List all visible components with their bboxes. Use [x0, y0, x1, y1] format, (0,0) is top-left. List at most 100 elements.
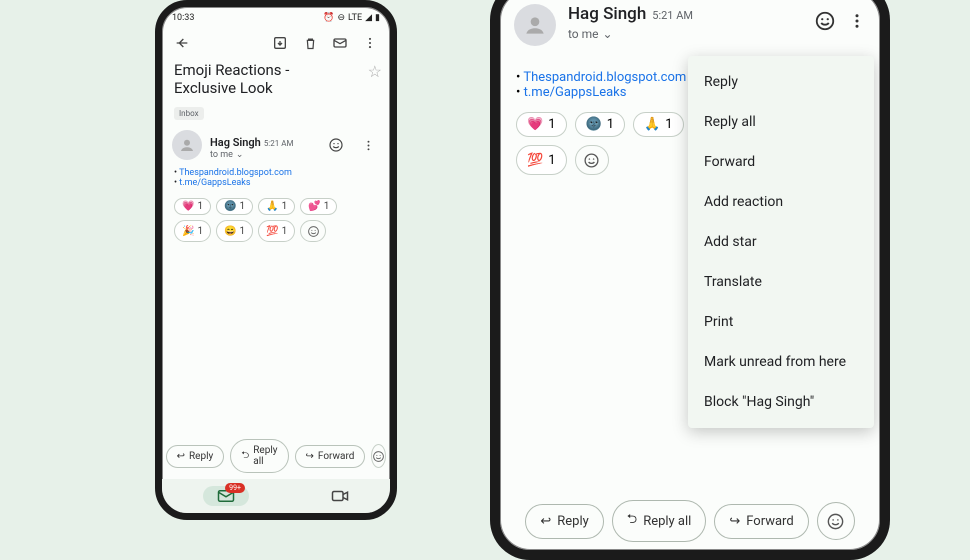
reply-icon: ↩: [540, 514, 551, 529]
status-bar: 10:33 ⏰ ⊖ LTE ◢ ▮: [162, 7, 390, 25]
avatar[interactable]: [514, 4, 556, 46]
network-label: LTE: [348, 13, 362, 23]
nav-meet[interactable]: [331, 489, 349, 503]
smile-icon: [372, 450, 385, 463]
add-reaction-bottom[interactable]: [817, 502, 855, 540]
menu-add-star[interactable]: Add star: [688, 222, 874, 262]
body-link-2[interactable]: t.me/GappsLeaks: [524, 85, 627, 100]
more-button[interactable]: [358, 31, 382, 55]
mail-icon: [332, 35, 348, 51]
add-reaction-button[interactable]: [300, 220, 326, 242]
reply-all-button[interactable]: ⮌Reply all: [230, 439, 288, 473]
smile-icon: [814, 10, 836, 32]
add-reaction-bottom[interactable]: [371, 444, 386, 468]
message-body: • Thespandroid.blogspot.com • t.me/Gapps…: [162, 162, 390, 194]
reaction-chip[interactable]: 🌚1: [575, 112, 626, 137]
person-icon: [178, 136, 196, 154]
menu-forward[interactable]: Forward: [688, 142, 874, 182]
bottom-nav: 99+: [162, 479, 390, 513]
reaction-chip[interactable]: 🙏1: [258, 198, 295, 215]
reaction-chip[interactable]: 🎉1: [174, 220, 211, 242]
arrow-left-icon: [174, 35, 190, 51]
menu-reply-all[interactable]: Reply all: [688, 102, 874, 142]
reply-all-icon: ⮌: [241, 448, 249, 465]
archive-icon: [272, 35, 288, 51]
menu-mark-unread[interactable]: Mark unread from here: [688, 342, 874, 382]
message-header: Hag Singh5:21 AM to me⌄: [162, 126, 390, 162]
reaction-chip[interactable]: 🌚1: [216, 198, 253, 215]
video-icon: [331, 489, 349, 503]
menu-add-reaction[interactable]: Add reaction: [688, 182, 874, 222]
alarm-icon: ⏰: [323, 13, 334, 23]
forward-button[interactable]: ↪Forward: [295, 445, 366, 468]
inbox-label[interactable]: Inbox: [174, 107, 204, 120]
reactions-row: 💗1 🌚1 🙏1 💕1 🎉1 😄1 💯1: [162, 194, 390, 246]
reaction-chip[interactable]: 💯1: [258, 220, 295, 242]
unread-badge: 99+: [225, 483, 245, 493]
react-button[interactable]: [814, 10, 836, 32]
reaction-chip[interactable]: 💕1: [300, 198, 337, 215]
recipients-expand[interactable]: to me ⌄: [568, 27, 693, 41]
reply-all-icon: ⮌: [627, 510, 637, 532]
chevron-down-icon: ⌄: [603, 27, 613, 41]
email-subject: Emoji Reactions - Exclusive Look: [162, 59, 362, 101]
phone-right: Hag Singh5:21 AM to me⌄ • Thespandroid.b…: [490, 0, 890, 560]
overflow-menu: Reply Reply all Forward Add reaction Add…: [688, 56, 874, 428]
reaction-chip[interactable]: 💗1: [174, 198, 211, 215]
message-more-button[interactable]: [848, 12, 866, 30]
more-vert-icon: [363, 36, 377, 50]
timestamp: 5:21 AM: [264, 139, 294, 148]
status-right: ⏰ ⊖ LTE ◢ ▮: [323, 13, 380, 23]
star-button[interactable]: ☆: [368, 59, 382, 81]
add-reaction-button[interactable]: [575, 145, 609, 175]
reaction-chip[interactable]: 😄1: [216, 220, 253, 242]
more-vert-icon: [848, 12, 866, 30]
toolbar: [162, 25, 390, 59]
recipients-expand[interactable]: to me⌄: [210, 150, 316, 160]
person-icon: [522, 12, 548, 38]
smile-plus-icon: [307, 225, 320, 238]
body-link-2[interactable]: t.me/GappsLeaks: [179, 178, 250, 188]
body-link-1[interactable]: Thespandroid.blogspot.com: [179, 168, 292, 178]
archive-button[interactable]: [268, 31, 292, 55]
trash-icon: [303, 36, 318, 51]
more-vert-icon: [362, 139, 375, 152]
react-button[interactable]: [324, 133, 348, 157]
bottom-actions: ↩Reply ⮌Reply all ↪Forward: [162, 439, 390, 473]
reply-all-button[interactable]: ⮌Reply all: [612, 500, 707, 542]
reaction-chip[interactable]: 💯1: [516, 145, 567, 175]
message-header: Hag Singh 5:21 AM to me ⌄: [500, 0, 880, 50]
forward-button[interactable]: ↪Forward: [714, 504, 808, 539]
dnd-icon: ⊖: [337, 13, 345, 23]
clock: 10:33: [172, 13, 194, 23]
reply-button[interactable]: ↩Reply: [166, 445, 225, 468]
sender-name: Hag Singh: [568, 4, 646, 24]
reaction-chip[interactable]: 🙏1: [633, 112, 684, 137]
body-link-1[interactable]: Thespandroid.blogspot.com: [523, 70, 686, 85]
to-label: to me: [568, 27, 599, 41]
signal-icon: ◢: [365, 13, 372, 23]
reply-icon: ↩: [177, 451, 185, 462]
smile-icon: [826, 512, 845, 531]
chevron-down-icon: ⌄: [236, 150, 244, 160]
delete-button[interactable]: [298, 31, 322, 55]
forward-icon: ↪: [306, 451, 314, 462]
message-more-button[interactable]: [356, 133, 380, 157]
menu-print[interactable]: Print: [688, 302, 874, 342]
menu-block[interactable]: Block "Hag Singh": [688, 382, 874, 422]
menu-translate[interactable]: Translate: [688, 262, 874, 302]
reply-button[interactable]: ↩Reply: [525, 504, 603, 539]
battery-icon: ▮: [375, 13, 380, 23]
back-button[interactable]: [170, 31, 194, 55]
nav-mail[interactable]: 99+: [203, 486, 249, 506]
mark-unread-button[interactable]: [328, 31, 352, 55]
reaction-chip[interactable]: 💗1: [516, 112, 567, 137]
bottom-actions: ↩Reply ⮌Reply all ↪Forward: [500, 500, 880, 542]
avatar[interactable]: [172, 130, 202, 160]
sender-name: Hag Singh: [210, 136, 261, 149]
phone-left: 10:33 ⏰ ⊖ LTE ◢ ▮ Emoji Reactions - Excl…: [155, 0, 397, 520]
forward-icon: ↪: [729, 514, 740, 529]
menu-reply[interactable]: Reply: [688, 62, 874, 102]
timestamp: 5:21 AM: [652, 9, 693, 22]
smile-plus-icon: [583, 152, 600, 169]
